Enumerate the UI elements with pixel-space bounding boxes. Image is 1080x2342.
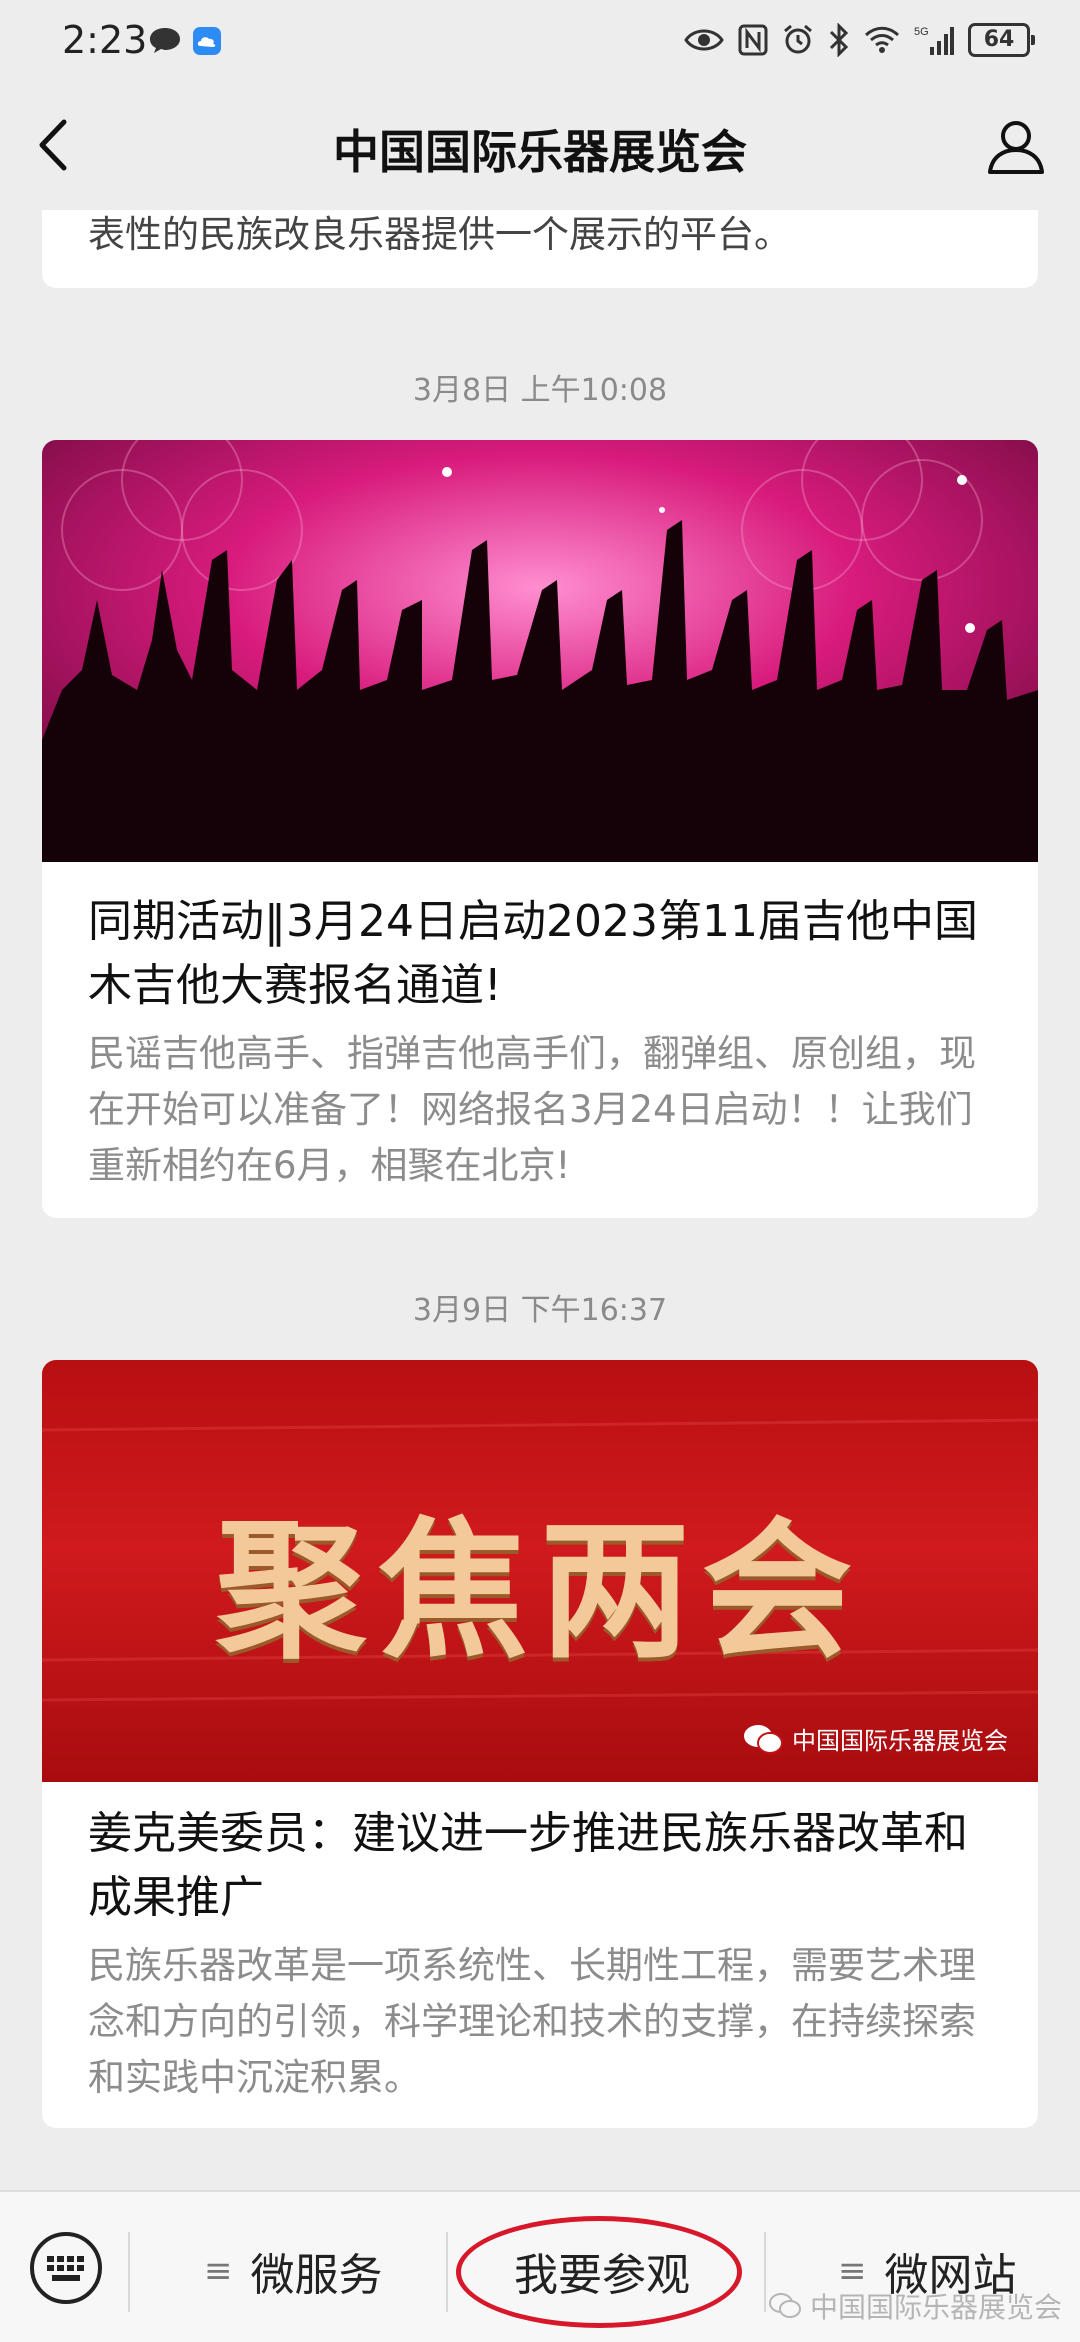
article-card-previous[interactable]: 表性的民族改良乐器提供一个展示的平台。 — [42, 210, 1038, 288]
cover-brand: 中国国际乐器展览会 — [742, 1721, 1008, 1756]
menu-divider — [446, 2232, 448, 2312]
profile-icon[interactable] — [986, 116, 1046, 176]
keyboard-icon[interactable] — [28, 2230, 104, 2306]
article-card[interactable]: 聚焦两会 中国国际乐器展览会 姜克美委员：建议进一步推进民族乐器改革和成果推广 … — [42, 1360, 1038, 2128]
status-bar: 2:23 5G 64 — [0, 0, 1080, 80]
wifi-icon — [864, 26, 900, 53]
concert-crowd-cover-image[interactable] — [42, 440, 1038, 862]
status-icons: 5G 64 — [684, 20, 1035, 60]
menu-item-label: 微服务 — [250, 2250, 383, 2301]
nfc-icon — [738, 24, 768, 56]
eye-icon — [684, 29, 724, 51]
article-excerpt: 表性的民族改良乐器提供一个展示的平台。 — [88, 213, 791, 256]
two-sessions-cover-image[interactable]: 聚焦两会 中国国际乐器展览会 — [42, 1360, 1038, 1782]
article-excerpt: 民谣吉他高手、指弹吉他高手们，翻弹组、原创组，现在开始可以准备了！网络报名3月2… — [88, 1032, 976, 1187]
cloud-app-icon — [193, 27, 221, 55]
cover-headline: 聚焦两会 — [215, 1505, 864, 1679]
battery-indicator: 64 — [968, 23, 1035, 57]
wechat-icon — [744, 1724, 783, 1754]
cellular-signal-icon: 5G — [914, 26, 954, 55]
wechat-icon — [768, 2293, 801, 2318]
chat-bubble-icon — [150, 28, 180, 53]
menu-list-icon: ≡ — [838, 2251, 867, 2291]
highlight-circle — [456, 2216, 742, 2328]
menu-divider — [128, 2232, 130, 2312]
page-title: 中国国际乐器展览会 — [333, 125, 747, 179]
watermark: 中国国际乐器展览会 — [768, 2286, 1062, 2326]
cover-brand-text: 中国国际乐器展览会 — [792, 1727, 1008, 1755]
article-feed: 表性的民族改良乐器提供一个展示的平台。 3月8日 上午10:08 同期活动‖3月… — [0, 210, 1080, 2190]
menu-item-micro-service[interactable]: ≡ 微服务 — [204, 2236, 383, 2306]
status-time: 2:23 — [62, 18, 148, 62]
article-title: 同期活动‖3月24日启动2023第11届吉他中国木吉他大赛报名通道! — [88, 896, 978, 1011]
article-timestamp: 3月8日 上午10:08 — [412, 373, 668, 408]
article-excerpt: 民族乐器改革是一项系统性、长期性工程，需要艺术理念和方向的引领，科学理论和技术的… — [88, 1944, 976, 2099]
menu-list-icon: ≡ — [204, 2251, 233, 2291]
nav-bar: 中国国际乐器展览会 — [0, 80, 1080, 210]
article-card[interactable]: 同期活动‖3月24日启动2023第11届吉他中国木吉他大赛报名通道! 民谣吉他高… — [42, 440, 1038, 1218]
menu-divider — [764, 2232, 766, 2312]
alarm-icon — [784, 24, 812, 54]
bluetooth-icon — [829, 23, 849, 57]
watermark-text: 中国国际乐器展览会 — [809, 2291, 1062, 2324]
bottom-menu: ≡ 微服务 我要参观 ≡ 微网站 中国国际乐器展览会 — [0, 2190, 1080, 2342]
article-timestamp: 3月9日 下午16:37 — [412, 1293, 668, 1328]
svg-text:5G: 5G — [914, 26, 929, 38]
article-title: 姜克美委员：建议进一步推进民族乐器改革和成果推广 — [88, 1808, 968, 1923]
